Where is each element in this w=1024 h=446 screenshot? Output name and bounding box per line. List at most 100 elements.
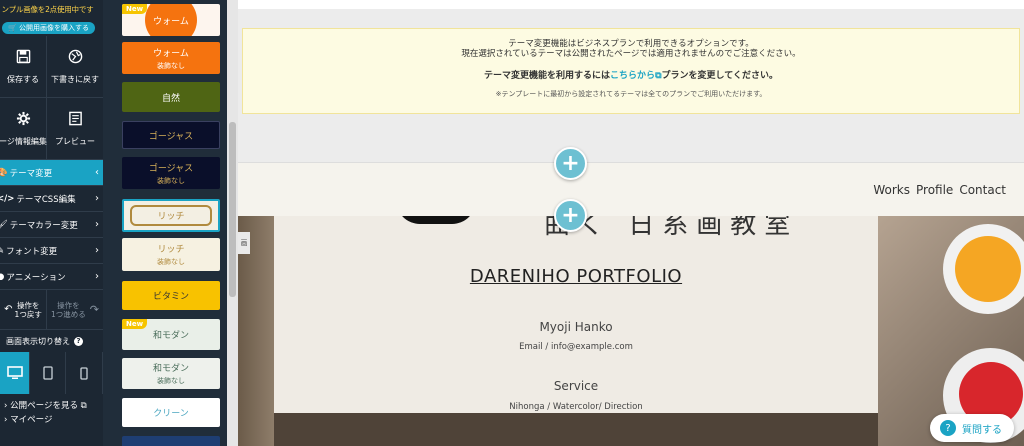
menu-theme-css[interactable]: </> テーマCSS編集 › [0,186,103,212]
chevron-right-icon: › [95,271,99,282]
mobile-view-button[interactable] [66,352,103,394]
save-icon [16,49,31,67]
chevron-right-icon: › [95,219,99,230]
menu-theme-change[interactable]: 🎨 テーマ変更 ‹ [0,160,103,186]
undo-label: 操作を 1つ戻す [14,300,42,319]
view-switch-header: 画面表示切り替え ? [0,330,103,352]
editor-canvas: テーマ変更機能はビジネスプランで利用できるオプションです。 現在選択されているテ… [238,0,1024,446]
view-switch-label: 画面表示切り替え [6,336,70,346]
device-switcher [0,352,103,394]
theme-list-scrollbar[interactable] [227,0,238,446]
theme-sub-label: 装飾なし [157,61,185,70]
menu-animation[interactable]: ● アニメーション › [0,264,103,290]
notice-line-3-post: プランを変更してください。 [661,71,778,82]
owner-name: Myoji Hanko [539,320,613,334]
scrollbar-thumb[interactable] [229,122,236,297]
theme-label: 和モダン [152,364,189,374]
discard-draft-label: 下書きに戻す [51,74,99,84]
site-header: Works Profile Contact [238,162,1024,216]
save-label: 保存する [7,74,39,84]
brush-logo-image [396,216,476,224]
plus-icon: + [561,203,580,228]
view-public-page-link[interactable]: › 公開ページを見る ⧉ [4,400,103,414]
theme-label: ウォーム [153,16,189,27]
theme-card-clean[interactable]: クリーン [122,398,220,427]
hero-bottom-strip [274,413,878,446]
help-circle-icon[interactable]: ? [74,336,83,346]
theme-sub-label: 装飾なし [157,176,185,185]
menu-font[interactable]: ✎ フォント変更 › [0,238,103,264]
owner-email: Email / info@example.com [519,342,633,352]
nav-profile[interactable]: Profile [916,183,953,197]
edge-tag[interactable]: 画 [238,232,250,254]
save-button[interactable]: 保存する [0,36,47,98]
new-badge: New [122,319,148,329]
menu-animation-label: アニメーション [6,272,66,283]
buy-image-button[interactable]: 🛒 公開用画像を購入する [2,22,95,34]
theme-card-rich-plain[interactable]: リッチ 装飾なし [122,238,220,271]
yellow-paint-bowl [943,224,1024,314]
nav-contact[interactable]: Contact [959,183,1006,197]
theme-card-warm[interactable]: New ウォーム [122,4,220,36]
undo-button[interactable]: ↶ 操作を 1つ戻す [0,290,47,329]
new-badge: New [122,4,148,14]
sample-notice: ンプル画像を2点使用中です 🛒 公開用画像を購入する [0,0,103,36]
site-nav-links: Works Profile Contact [873,183,1006,197]
theme-card-rich[interactable]: リッチ [122,199,220,232]
redo-icon: ↷ [89,302,99,316]
theme-card-vitamin[interactable]: ビタミン [122,281,220,310]
notice-line-4: ※テンプレートに最初から設定されてるテーマは全てのプランでご利用いただけます。 [495,90,767,99]
theme-card-warm-plain[interactable]: ウォーム 装飾なし [122,42,220,74]
globe-icon [68,49,83,67]
external-link-icon: ⧉ [80,401,87,411]
circle-icon: ● [0,271,5,282]
preview-button[interactable]: プレビュー [47,98,103,160]
undo-redo-row: ↶ 操作を 1つ戻す 操作を 1つ進める ↷ [0,290,103,330]
undo-icon: ↶ [4,303,13,315]
tablet-view-button[interactable] [30,352,66,394]
theme-card-next[interactable] [122,436,220,446]
add-section-button[interactable]: + [554,199,587,232]
preview-label: プレビュー [55,136,95,146]
chevron-left-icon: ‹ [95,167,99,178]
theme-list: New ウォーム ウォーム 装飾なし 自然 ゴージャス ゴージャス 装飾なし リ… [103,0,227,446]
menu-theme-color[interactable]: 🖌 テーマカラー変更 › [0,212,103,238]
discard-draft-button[interactable]: 下書きに戻す [47,36,103,98]
theme-sub-label: 装飾なし [157,377,185,385]
desktop-icon [6,366,23,379]
help-button[interactable]: ? 質問する [930,414,1014,442]
change-plan-link[interactable]: こちらから⧉ [610,71,661,81]
page-info-label: ージ情報編集 [0,136,47,146]
theme-card-wa-modern[interactable]: New 和モダン [122,319,220,350]
question-icon: ? [940,420,956,436]
tablet-icon [42,366,53,380]
my-page-link[interactable]: › マイページ [4,414,103,428]
page-info-button[interactable]: ージ情報編集 [0,98,47,160]
hero-section: 画 曲く 日系画教室 DARENIHO PORTFOLIO Myoji Hank… [238,216,1024,446]
service-description: Nihonga / Watercolor/ Direction [509,402,643,412]
code-icon: </> [0,193,15,204]
sidebar-menu: 🎨 テーマ変更 ‹ </> テーマCSS編集 › 🖌 テーマカラー変更 › ✎ フォント… [0,160,103,290]
theme-card-gorgeous-plain[interactable]: ゴージャス 装飾なし [122,157,220,189]
notice-line-3: テーマ変更機能を利用するにはこちらから⧉プランを変更してください。 [243,68,1019,81]
theme-card-wa-modern-plain[interactable]: 和モダン 装飾なし [122,358,220,389]
portfolio-title[interactable]: DARENIHO PORTFOLIO [274,266,878,287]
help-label: 質問する [962,424,1002,436]
pen-icon: ✎ [0,245,5,256]
theme-plan-notice: テーマ変更機能はビジネスプランで利用できるオプションです。 現在選択されているテ… [242,28,1020,114]
gear-icon [16,111,31,129]
view-public-page-label: 公開ページを見る [10,401,78,411]
theme-label: リッチ [157,245,185,255]
notice-line-1: テーマ変更機能はビジネスプランで利用できるオプションです。 [508,39,754,49]
desktop-view-button[interactable] [0,352,30,394]
add-section-button[interactable]: + [554,147,587,180]
redo-button[interactable]: 操作を 1つ進める ↷ [47,290,103,329]
menu-font-label: フォント変更 [6,246,58,257]
action-grid: 保存する 下書きに戻す ージ情報編集 プレビュー [0,36,103,160]
theme-card-nature[interactable]: 自然 [122,82,220,112]
menu-theme-change-label: テーマ変更 [9,168,53,179]
theme-label: クリーン [153,409,189,419]
theme-label: ゴージャス [148,131,194,142]
nav-works[interactable]: Works [873,183,910,197]
theme-card-gorgeous[interactable]: ゴージャス [122,121,220,149]
